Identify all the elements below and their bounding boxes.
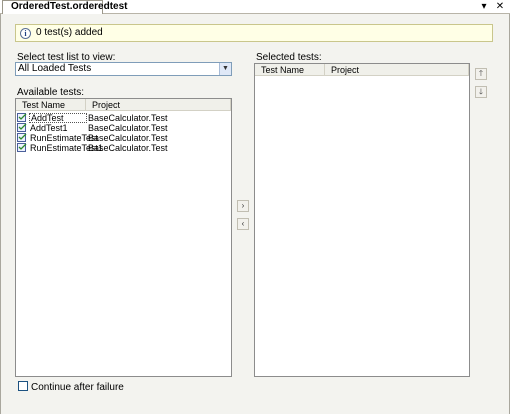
- move-down-button[interactable]: 🡓: [475, 86, 487, 98]
- selected-tests-list[interactable]: Test Name Project: [254, 63, 470, 377]
- test-name: AddTest1: [30, 123, 68, 133]
- window-dropdown-icon[interactable]: ▾: [478, 1, 490, 13]
- column-header-test-name[interactable]: Test Name: [255, 64, 325, 76]
- available-tests-label: Available tests:: [17, 87, 85, 98]
- test-project: BaseCalculator.Test: [88, 113, 168, 123]
- tab-strip: OrderedTest.orderedtest ▾ ✕: [0, 0, 510, 14]
- test-project: BaseCalculator.Test: [88, 133, 168, 143]
- column-header-project[interactable]: Project: [325, 64, 469, 76]
- list-item[interactable]: RunEstimateTest1 BaseCalculator.Test: [16, 143, 230, 153]
- move-up-button[interactable]: 🡑: [475, 68, 487, 80]
- test-icon: [17, 113, 27, 122]
- test-project: BaseCalculator.Test: [88, 143, 168, 153]
- column-header-test-name[interactable]: Test Name: [16, 99, 86, 111]
- tab-orderedtest[interactable]: OrderedTest.orderedtest: [2, 0, 128, 14]
- selected-tests-label: Selected tests:: [256, 52, 322, 63]
- remove-test-button[interactable]: ‹: [237, 218, 249, 230]
- list-item[interactable]: AddTest BaseCalculator.Test: [16, 113, 230, 123]
- test-icon: [17, 143, 27, 152]
- add-test-button[interactable]: ›: [237, 200, 249, 212]
- column-header-project[interactable]: Project: [86, 99, 231, 111]
- list-item[interactable]: AddTest1 BaseCalculator.Test: [16, 123, 230, 133]
- test-icon: [17, 133, 27, 142]
- test-icon: [17, 123, 27, 132]
- close-icon[interactable]: ✕: [494, 1, 506, 13]
- continue-after-failure-checkbox[interactable]: [18, 381, 28, 391]
- info-bar: i 0 test(s) added: [15, 24, 493, 42]
- continue-after-failure-label: Continue after failure: [31, 382, 124, 393]
- chevron-down-icon[interactable]: ▼: [219, 63, 231, 75]
- test-name: RunEstimateTest: [30, 133, 99, 143]
- list-item[interactable]: RunEstimateTest BaseCalculator.Test: [16, 133, 230, 143]
- info-message: 0 test(s) added: [36, 27, 103, 38]
- available-tests-list[interactable]: Test Name Project AddTest BaseCalculator…: [15, 98, 232, 377]
- test-list-combobox[interactable]: All Loaded Tests ▼: [15, 62, 232, 76]
- test-list-value: All Loaded Tests: [18, 63, 92, 74]
- test-name: RunEstimateTest1: [30, 143, 104, 153]
- test-project: BaseCalculator.Test: [88, 123, 168, 133]
- info-icon: i: [20, 28, 31, 39]
- test-name: AddTest: [29, 113, 87, 123]
